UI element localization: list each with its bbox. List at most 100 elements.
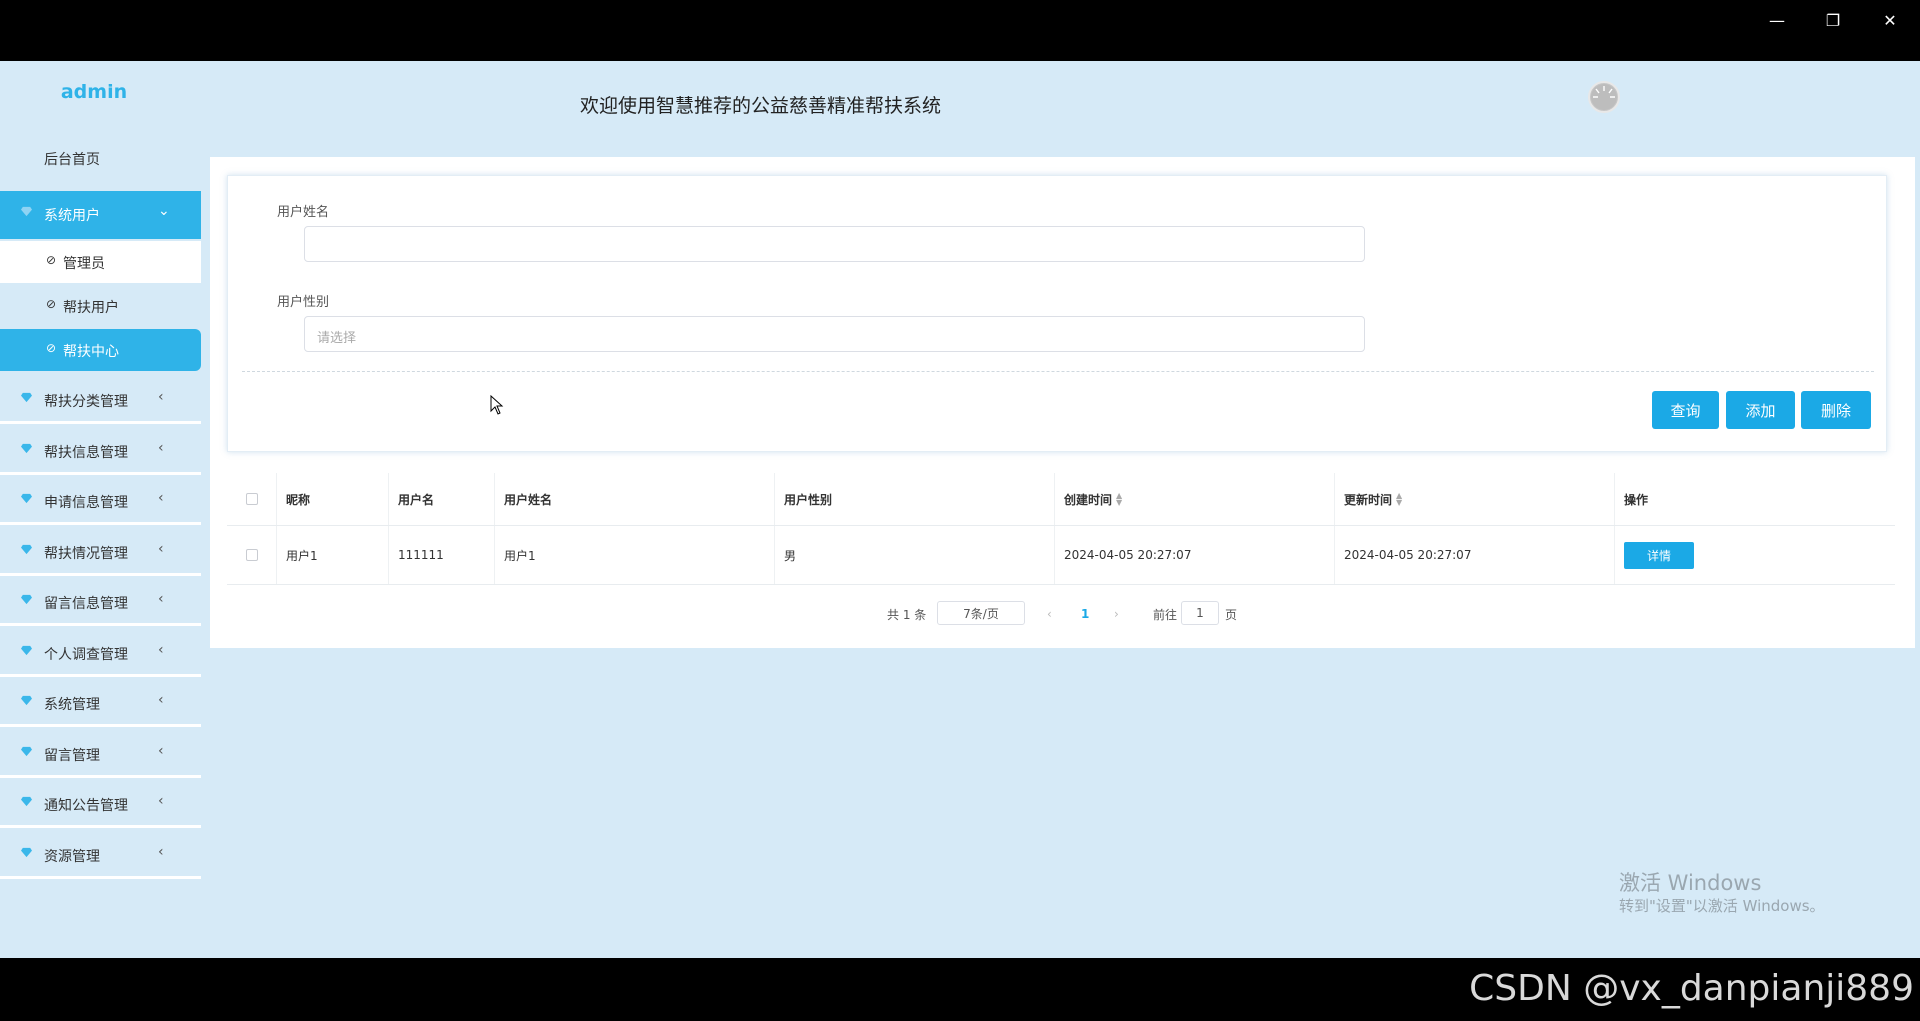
check-circle-icon: ⊘ (46, 297, 57, 311)
divider (242, 371, 1874, 372)
avatar[interactable] (1588, 81, 1620, 113)
diamond-icon (21, 493, 32, 504)
gender-select[interactable]: 请选择 (304, 316, 1365, 352)
diamond-icon (21, 645, 32, 656)
sidebar-subitem-label: 帮扶中心 (63, 344, 119, 360)
diamond-icon (21, 206, 32, 217)
csdn-watermark: CSDN @vx_danpianji889 (1469, 968, 1914, 1009)
cell-action: 详情 (1614, 526, 1895, 584)
sidebar-item-label: 资源管理 (44, 849, 100, 865)
page-number-current[interactable]: 1 (1081, 602, 1089, 626)
check-circle-icon: ⊘ (46, 253, 57, 267)
sidebar-item-home[interactable]: 后台首页 (44, 149, 100, 169)
chevron-left-icon: ‹ (158, 743, 164, 759)
sidebar-item-label: 帮扶信息管理 (44, 445, 128, 461)
bottom-bar: CSDN @vx_danpianji889 (0, 958, 1920, 1021)
sidebar-item-label: 通知公告管理 (44, 798, 128, 814)
sidebar-item-info[interactable]: 帮扶信息管理 ‹ (0, 428, 201, 475)
delete-button[interactable]: 删除 (1801, 391, 1871, 429)
sidebar-item-label: 帮扶分类管理 (44, 394, 128, 410)
sort-icon[interactable]: ▲ ▼ (1116, 492, 1122, 507)
column-header[interactable]: 用户姓名 (494, 473, 774, 525)
column-header[interactable]: 用户名 (388, 473, 494, 525)
user-avatar-icon (1591, 84, 1617, 110)
diamond-icon (21, 746, 32, 757)
sidebar-item-label: 系统管理 (44, 697, 100, 713)
cell-gender: 男 (774, 526, 1054, 584)
cell-nickname: 用户1 (276, 526, 388, 584)
column-header-created[interactable]: 创建时间 ▲ ▼ (1054, 473, 1334, 525)
chevron-left-icon: ‹ (158, 642, 164, 658)
name-label: 用户姓名 (277, 205, 330, 220)
page-size-select[interactable]: 7条/页 (937, 601, 1025, 625)
cursor-icon (490, 395, 504, 415)
pagination-total: 共 1 条 (887, 607, 927, 622)
diamond-icon (21, 695, 32, 706)
goto-page-input[interactable]: 1 (1181, 601, 1219, 625)
sidebar-item-notice[interactable]: 通知公告管理 ‹ (0, 781, 201, 828)
select-all-cell (227, 473, 276, 525)
chevron-left-icon: ‹ (158, 793, 164, 809)
restore-button[interactable]: ❐ (1813, 6, 1853, 34)
cell-updated: 2024-04-05 20:27:07 (1334, 526, 1614, 584)
column-header[interactable]: 昵称 (276, 473, 388, 525)
sidebar-item-resource[interactable]: 资源管理 ‹ (0, 832, 201, 879)
minimize-button[interactable]: — (1757, 6, 1797, 34)
column-header: 操作 (1614, 473, 1895, 525)
sidebar-item-category[interactable]: 帮扶分类管理 ‹ (0, 377, 201, 424)
content-panel: 用户姓名 用户性别 请选择 查询 添加 删除 昵称 用户名 用户姓名 用户性别 … (210, 157, 1915, 648)
chevron-left-icon: ‹ (158, 541, 164, 557)
chevron-left-icon: ‹ (158, 692, 164, 708)
prev-page-icon[interactable]: ‹ (1047, 602, 1052, 626)
select-all-checkbox[interactable] (245, 493, 258, 505)
column-header[interactable]: 用户性别 (774, 473, 1054, 525)
sidebar-item-label: 系统用户 (44, 208, 100, 224)
sidebar-item-application[interactable]: 申请信息管理 ‹ (0, 478, 201, 525)
column-header-label: 更新时间 (1344, 492, 1393, 507)
chevron-left-icon: ‹ (158, 490, 164, 506)
sidebar-item-label: 留言信息管理 (44, 596, 128, 612)
activation-watermark-text: 转到"设置"以激活 Windows。 (1619, 897, 1825, 915)
diamond-icon (21, 544, 32, 555)
sort-icon[interactable]: ▲ ▼ (1396, 492, 1402, 507)
search-form: 用户姓名 用户性别 请选择 查询 添加 删除 (227, 175, 1887, 452)
close-button[interactable]: ✕ (1870, 6, 1910, 34)
add-button[interactable]: 添加 (1726, 391, 1795, 429)
sidebar-item-label: 个人调查管理 (44, 647, 128, 663)
diamond-icon (21, 796, 32, 807)
sidebar-item-situation[interactable]: 帮扶情况管理 ‹ (0, 529, 201, 576)
sidebar-subitem-label: 帮扶用户 (63, 300, 119, 316)
sidebar-item-message-info[interactable]: 留言信息管理 ‹ (0, 579, 201, 626)
chevron-left-icon: ‹ (158, 440, 164, 456)
sidebar-subitem-help-user[interactable]: ⊘ 帮扶用户 (0, 285, 201, 327)
detail-button[interactable]: 详情 (1624, 541, 1694, 569)
table-header-row: 昵称 用户名 用户姓名 用户性别 创建时间 ▲ ▼ 更新时间 ▲ ▼ 操作 (227, 473, 1895, 526)
goto-label: 前往 (1153, 607, 1178, 622)
cell-created: 2024-04-05 20:27:07 (1054, 526, 1334, 584)
row-checkbox[interactable] (245, 549, 258, 561)
table-row: 用户1 111111 用户1 男 2024-04-05 20:27:07 202… (227, 526, 1895, 585)
query-button[interactable]: 查询 (1652, 391, 1719, 429)
sidebar-item-label: 帮扶情况管理 (44, 546, 128, 562)
app-window: admin 后台首页 系统用户 ⌄ ⊘ 管理员 ⊘ 帮扶用户 ⊘ 帮扶中心 帮扶… (0, 61, 1920, 958)
cell-username: 111111 (388, 526, 494, 584)
sidebar-item-survey[interactable]: 个人调查管理 ‹ (0, 630, 201, 677)
sidebar-subitem-admin[interactable]: ⊘ 管理员 (0, 241, 201, 283)
sidebar-item-system-user[interactable]: 系统用户 ⌄ (0, 191, 201, 239)
page-title: 欢迎使用智慧推荐的公益慈善精准帮扶系统 (580, 95, 942, 117)
chevron-left-icon: ‹ (158, 389, 164, 405)
diamond-icon (21, 443, 32, 454)
sidebar-item-system[interactable]: 系统管理 ‹ (0, 680, 201, 727)
chevron-left-icon: ‹ (158, 844, 164, 860)
sidebar-subitem-help-center[interactable]: ⊘ 帮扶中心 (0, 329, 201, 371)
sidebar-item-message[interactable]: 留言管理 ‹ (0, 731, 201, 778)
next-page-icon[interactable]: › (1114, 602, 1119, 626)
cell-realname: 用户1 (494, 526, 774, 584)
name-input[interactable] (304, 226, 1365, 262)
chevron-left-icon: ‹ (158, 591, 164, 607)
diamond-icon (21, 847, 32, 858)
window-titlebar: — ❐ ✕ (0, 0, 1920, 61)
column-header-updated[interactable]: 更新时间 ▲ ▼ (1334, 473, 1614, 525)
diamond-icon (21, 392, 32, 403)
sidebar-item-label: 申请信息管理 (44, 495, 128, 511)
